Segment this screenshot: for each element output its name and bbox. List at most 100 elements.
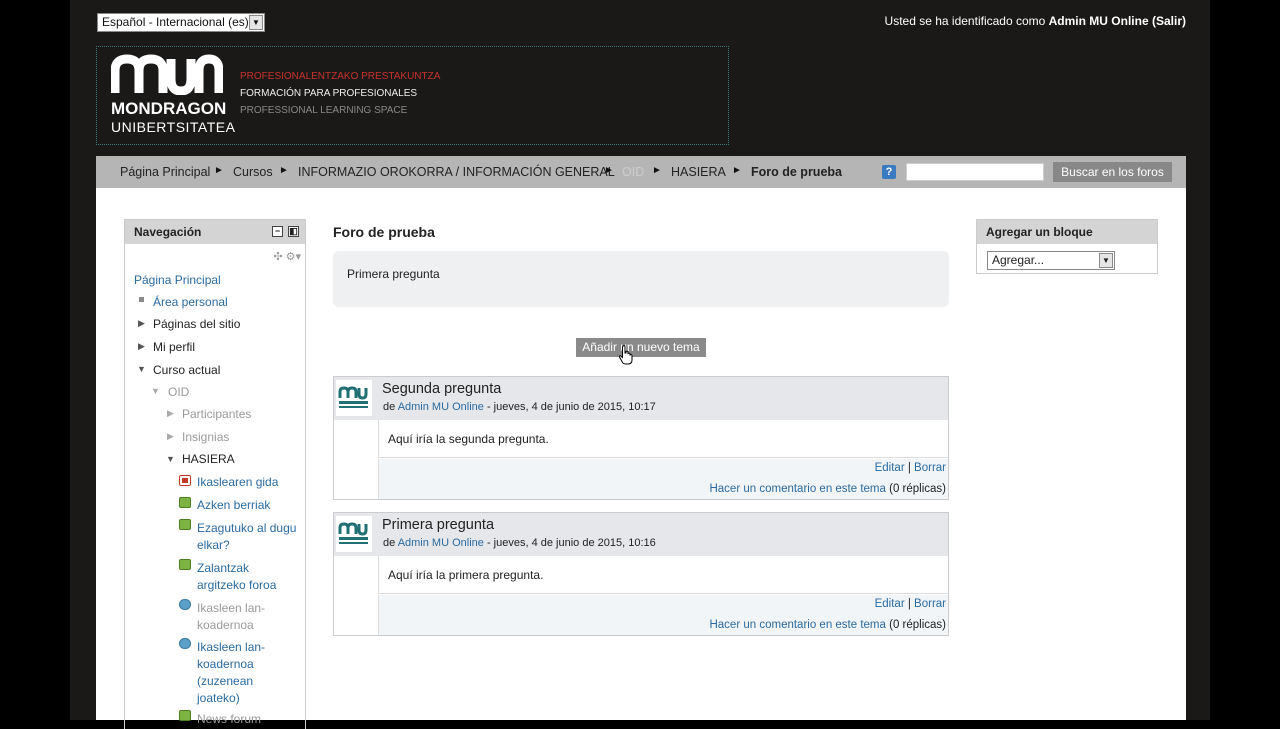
collapse-arrow-icon[interactable]: ▼ (137, 364, 146, 374)
breadcrumb-courses[interactable]: Cursos (233, 165, 273, 179)
post-author-link[interactable]: Admin MU Online (398, 401, 484, 413)
forum-icon (179, 559, 191, 570)
pdf-icon (179, 475, 191, 486)
post-edit-link[interactable]: Editar (875, 598, 905, 610)
post-footer: Editar | Borrar Hacer un comentario en e… (378, 459, 948, 499)
author-avatar[interactable] (336, 380, 372, 416)
dock-icon[interactable]: ◧ (288, 226, 299, 237)
logo-line1: MONDRAGON (111, 99, 227, 118)
forum-search-input[interactable] (906, 163, 1044, 181)
post-date: - jueves, 4 de junio de 2015, 10:16 (483, 537, 656, 549)
add-block-select[interactable]: Agregar... ▼ (987, 251, 1115, 270)
post-header: Primera pregunta de Admin MU Online - ju… (334, 513, 948, 556)
post-by-prefix: de (383, 401, 398, 413)
nav-zalantzak[interactable]: Zalantzak argitzeko foroa (197, 560, 297, 594)
assignment-icon (179, 599, 191, 610)
logo-tagline-en: PROFESSIONAL LEARNING SPACE (240, 105, 408, 116)
move-settings-icon[interactable]: ✣ ⚙▾ (273, 250, 301, 263)
logo-tagline-es: FORMACIÓN PARA PROFESIONALES (240, 88, 418, 99)
page-title: Foro de prueba (333, 224, 435, 240)
breadcrumb-section[interactable]: HASIERA (671, 165, 726, 179)
author-avatar[interactable] (336, 516, 372, 552)
post-commands: Editar | Borrar (875, 462, 946, 474)
nav-site-pages[interactable]: Páginas del sitio (153, 317, 240, 331)
post-edit-link[interactable]: Editar (875, 462, 905, 474)
post-subject: Primera pregunta (382, 517, 495, 533)
collapse-arrow-icon[interactable]: ▼ (151, 386, 160, 396)
login-user-link[interactable]: Admin MU Online (1049, 14, 1149, 28)
nav-news-forum[interactable]: News forum (197, 712, 261, 726)
post-author-link[interactable]: Admin MU Online (398, 537, 484, 549)
nav-oid[interactable]: OID (168, 385, 189, 399)
nav-ikaslearen-gida[interactable]: Ikaslearen gida (197, 475, 278, 489)
post-date: - jueves, 4 de junio de 2015, 10:17 (483, 401, 656, 413)
breadcrumb-separator-icon: ► (732, 165, 742, 176)
forum-search-button[interactable]: Buscar en los foros (1053, 162, 1172, 182)
nav-participants[interactable]: Participantes (182, 407, 251, 421)
expand-arrow-icon[interactable]: ▶ (138, 318, 145, 329)
login-info: Usted se ha identificado como Admin MU O… (885, 14, 1186, 28)
post-delete-link[interactable]: Borrar (914, 462, 946, 474)
breadcrumb-separator-icon: ► (604, 165, 614, 176)
post-byline: de Admin MU Online - jueves, 4 de junio … (383, 401, 656, 413)
forum-post: Segunda pregunta de Admin MU Online - ju… (333, 376, 949, 500)
breadcrumb-course[interactable]: OID (622, 165, 644, 179)
expand-arrow-icon[interactable]: ▶ (167, 408, 174, 419)
nav-current-course[interactable]: Curso actual (153, 363, 220, 377)
forum-icon (179, 519, 191, 530)
navigation-block: Navegación − ◧ ✣ ⚙▾ Página Principal Áre… (124, 219, 306, 729)
login-prefix: Usted se ha identificado como (884, 14, 1049, 28)
post-reply-count: (0 réplicas) (885, 483, 946, 495)
breadcrumb-home[interactable]: Página Principal (120, 165, 210, 179)
collapse-icon[interactable]: − (272, 226, 283, 237)
nav-hasiera[interactable]: HASIERA (182, 452, 235, 466)
breadcrumb-separator-icon: ► (652, 165, 662, 176)
language-select[interactable]: Español - Internacional (es) ▼ (97, 13, 265, 32)
chevron-down-icon: ▼ (249, 15, 263, 30)
nav-azken-berriak[interactable]: Azken berriak (197, 498, 270, 512)
navigation-block-header: Navegación − ◧ (125, 220, 305, 244)
nav-home[interactable]: Página Principal (134, 273, 221, 287)
site-logo-banner[interactable]: MONDRAGON UNIBERTSITATEA PROFESIONALENTZ… (96, 46, 729, 145)
post-footer: Editar | Borrar Hacer un comentario en e… (378, 595, 948, 635)
nav-my-profile[interactable]: Mi perfil (153, 340, 195, 354)
forum-icon (179, 710, 191, 721)
post-subject: Segunda pregunta (382, 381, 502, 397)
nav-badges[interactable]: Insignias (182, 430, 229, 444)
add-topic-button[interactable]: Añadir un nuevo tema (576, 338, 706, 357)
expand-arrow-icon[interactable]: ▶ (167, 431, 174, 442)
mondragon-logo-icon (111, 54, 223, 95)
nav-ezagutuko[interactable]: Ezagutuko al dugu elkar? (197, 520, 301, 554)
help-icon[interactable]: ? (882, 165, 896, 179)
nav-lan-koadernoa[interactable]: Ikasleen lan-koadernoa (197, 600, 297, 634)
add-block-select-value: Agregar... (992, 253, 1045, 267)
post-reply-link[interactable]: Hacer un comentario en este tema (709, 619, 885, 631)
post-reply-line: Hacer un comentario en este tema (0 répl… (709, 619, 946, 631)
nav-lan-koadernoa-zuzenean[interactable]: Ikasleen lan-koadernoa (zuzenean joateko… (197, 639, 297, 707)
language-select-value: Español - Internacional (es) (102, 15, 249, 29)
post-reply-link[interactable]: Hacer un comentario en este tema (709, 483, 885, 495)
logout-link[interactable]: (Salir) (1152, 14, 1186, 28)
forum-intro: Primera pregunta (333, 251, 949, 307)
breadcrumb-separator-icon: ► (279, 165, 289, 176)
breadcrumb-category[interactable]: INFORMAZIO OROKORRA / INFORMACIÓN GENERA… (298, 165, 615, 179)
breadcrumb-current: Foro de prueba (751, 165, 842, 179)
add-block-panel: Agregar un bloque Agregar... ▼ (976, 219, 1158, 274)
forum-post: Primera pregunta de Admin MU Online - ju… (333, 512, 949, 636)
post-reply-line: Hacer un comentario en este tema (0 répl… (709, 483, 946, 495)
add-block-title: Agregar un bloque (977, 220, 1157, 244)
post-header: Segunda pregunta de Admin MU Online - ju… (334, 377, 948, 420)
chevron-down-icon: ▼ (1099, 253, 1113, 268)
logo-line2: UNIBERTSITATEA (111, 119, 236, 135)
expand-arrow-icon[interactable]: ▶ (138, 341, 145, 352)
page-content: Navegación − ◧ ✣ ⚙▾ Página Principal Áre… (96, 188, 1186, 729)
collapse-arrow-icon[interactable]: ▼ (166, 454, 175, 464)
logo-tagline-eu: PROFESIONALENTZAKO PRESTAKUNTZA (240, 71, 441, 82)
post-command-separator: | (904, 462, 915, 474)
nav-personal-area[interactable]: Área personal (153, 295, 228, 309)
post-delete-link[interactable]: Borrar (914, 598, 946, 610)
post-body: Aquí iría la primera pregunta. (378, 556, 948, 594)
assignment-icon (179, 638, 191, 649)
hand-cursor-icon (618, 345, 633, 365)
breadcrumb-bar: Página Principal ► Cursos ► INFORMAZIO O… (96, 156, 1186, 188)
